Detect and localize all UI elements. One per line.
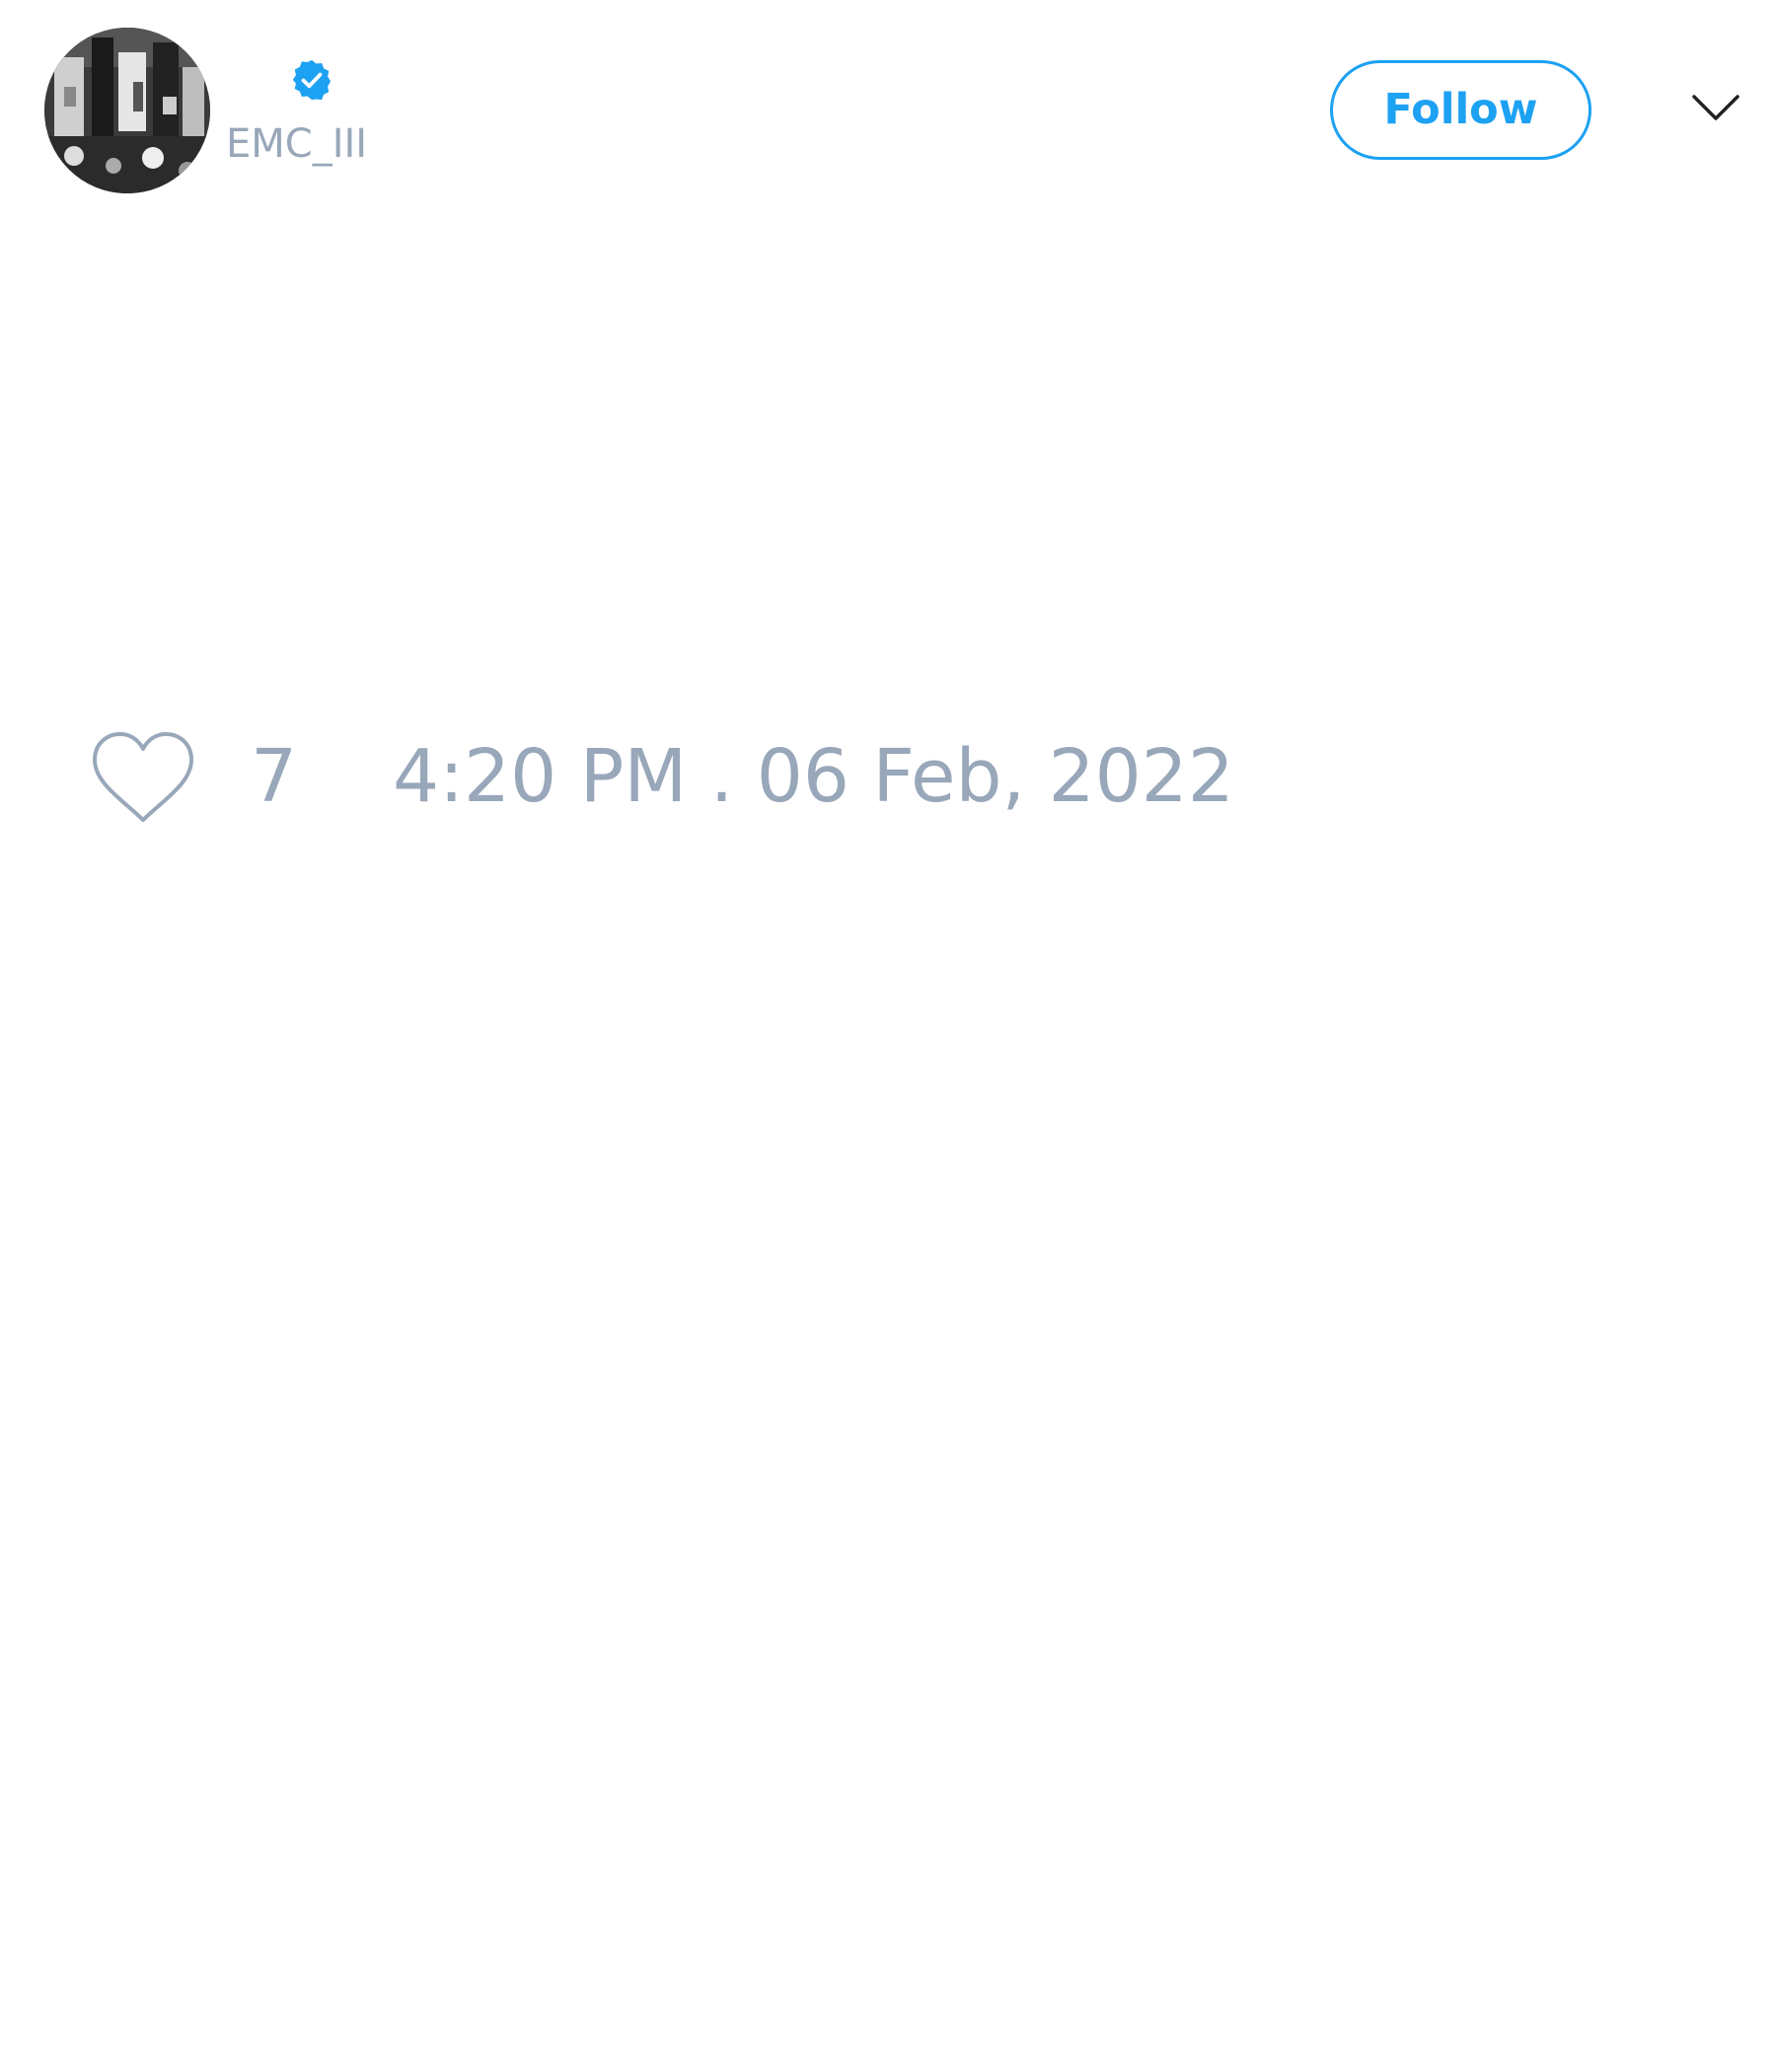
- avatar[interactable]: [44, 28, 210, 193]
- tweet-timestamp[interactable]: 4:20 PM . 06 Feb, 2022: [393, 740, 1234, 813]
- chevron-down-icon[interactable]: [1691, 93, 1740, 122]
- avatar-photo: [44, 28, 210, 193]
- follow-button[interactable]: Follow: [1330, 60, 1591, 160]
- like-count: 7: [251, 734, 298, 819]
- user-handle[interactable]: EMC_III: [226, 124, 367, 164]
- heart-icon[interactable]: [91, 731, 195, 825]
- verified-badge-icon: [292, 59, 332, 101]
